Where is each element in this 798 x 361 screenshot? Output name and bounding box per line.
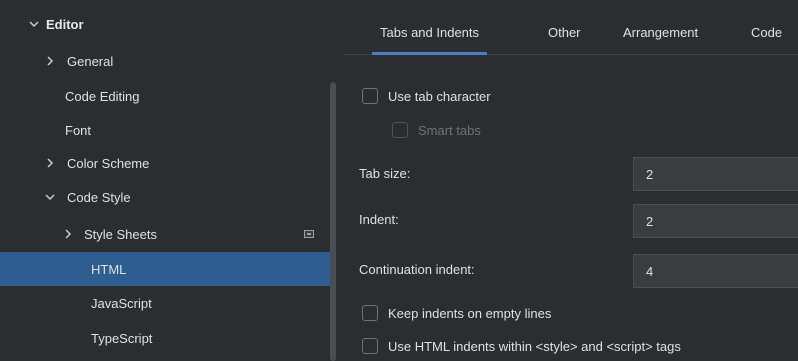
checkbox-label: Smart tabs xyxy=(418,122,481,138)
tab-bar: Tabs and Indents Other Arrangement Code xyxy=(344,10,798,55)
tree-item-label: HTML xyxy=(91,261,127,277)
use-tab-character-checkbox[interactable]: Use tab character xyxy=(362,85,491,107)
indent-value: 2 xyxy=(646,213,654,229)
indent-input[interactable]: 2 xyxy=(633,204,798,238)
tree-item-label: Editor xyxy=(46,16,84,32)
tab-label: Other xyxy=(548,24,581,40)
checkbox-label: Use HTML indents within <style> and <scr… xyxy=(388,338,681,354)
tree-item-typescript[interactable]: TypeScript xyxy=(0,321,330,355)
continuation-indent-label: Continuation indent: xyxy=(359,262,475,277)
tree-item-html[interactable]: HTML xyxy=(0,252,330,286)
indent-label: Indent: xyxy=(359,212,399,227)
smart-tabs-checkbox[interactable]: Smart tabs xyxy=(392,119,481,141)
chevron-down-icon[interactable] xyxy=(28,17,40,31)
checkbox-box[interactable] xyxy=(392,122,408,138)
tree-item-code-style[interactable]: Code Style xyxy=(0,180,330,214)
tree-item-label: Code Style xyxy=(67,189,131,205)
tree-item-color-scheme[interactable]: Color Scheme xyxy=(0,146,330,180)
checkbox-box[interactable] xyxy=(362,88,378,104)
tab-label: Arrangement xyxy=(623,24,699,40)
checkbox-box[interactable] xyxy=(362,338,378,354)
tree-item-code-editing[interactable]: Code Editing xyxy=(0,79,330,113)
chevron-right-icon[interactable] xyxy=(44,156,56,170)
tree-item-style-sheets[interactable]: Style Sheets xyxy=(0,217,330,251)
tree-item-label: JavaScript xyxy=(91,295,152,311)
tree-item-label: Font xyxy=(65,122,92,138)
tab-size-label: Tab size: xyxy=(359,166,411,181)
keep-indents-empty-lines-checkbox[interactable]: Keep indents on empty lines xyxy=(362,302,551,324)
tab-tabs-and-indents[interactable]: Tabs and Indents xyxy=(371,10,488,55)
tree-item-general[interactable]: General xyxy=(0,44,330,78)
tab-label: Code xyxy=(751,24,783,40)
checkbox-box[interactable] xyxy=(362,305,378,321)
tree-item-editor[interactable]: Editor xyxy=(0,7,330,41)
tree-item-label: Style Sheets xyxy=(84,226,157,242)
tree-item-label: General xyxy=(67,53,114,69)
page-icon xyxy=(304,230,314,238)
use-html-indents-checkbox[interactable]: Use HTML indents within <style> and <scr… xyxy=(362,335,681,357)
tab-size-input[interactable]: 2 xyxy=(633,157,798,191)
settings-content: Tabs and Indents Other Arrangement Code … xyxy=(344,0,798,361)
tree-item-label: Color Scheme xyxy=(67,155,150,171)
tab-other[interactable]: Other xyxy=(548,10,581,54)
tab-label: Tabs and Indents xyxy=(380,24,480,40)
settings-sidebar: Editor General Code Editing Font Color S… xyxy=(0,0,344,361)
checkbox-label: Use tab character xyxy=(388,88,491,104)
tab-arrangement[interactable]: Arrangement xyxy=(623,10,698,54)
tab-size-value: 2 xyxy=(646,166,654,182)
checkbox-label: Keep indents on empty lines xyxy=(388,305,552,321)
tree-item-javascript[interactable]: JavaScript xyxy=(0,286,330,320)
tree-item-label: TypeScript xyxy=(91,330,153,346)
tree-item-font[interactable]: Font xyxy=(0,113,330,147)
tree-item-label: Code Editing xyxy=(65,88,140,104)
chevron-down-icon[interactable] xyxy=(44,190,56,204)
sidebar-scrollbar[interactable] xyxy=(330,82,336,361)
tab-code[interactable]: Code xyxy=(751,10,782,54)
continuation-indent-value: 4 xyxy=(646,263,654,279)
chevron-right-icon[interactable] xyxy=(62,227,74,241)
continuation-indent-input[interactable]: 4 xyxy=(633,254,798,288)
chevron-right-icon[interactable] xyxy=(44,54,56,68)
